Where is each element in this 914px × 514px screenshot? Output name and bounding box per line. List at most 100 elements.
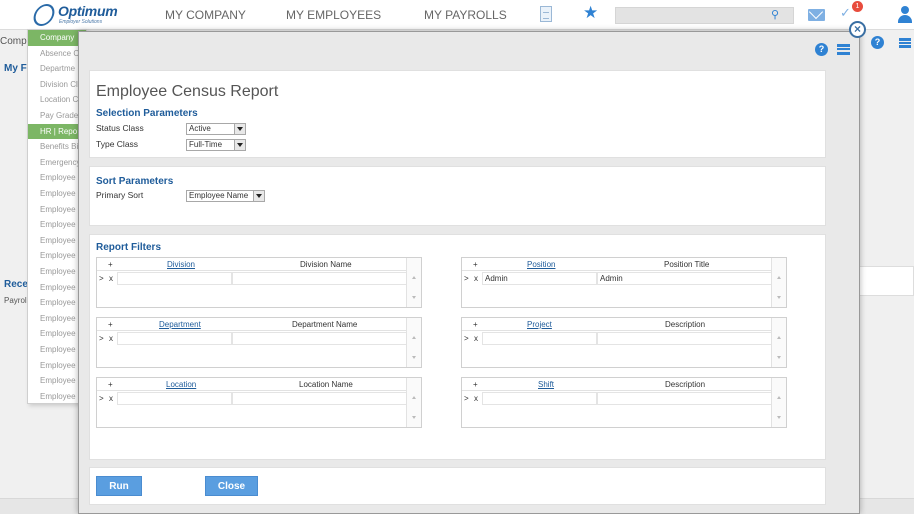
grid-name-cell[interactable] [597,392,772,405]
grid-name-cell[interactable] [232,272,407,285]
sort-parameters-heading: Sort Parameters [96,176,174,187]
status-class-select[interactable]: Active [186,123,246,135]
grid-column-name: Description [665,320,706,329]
scroll-up-icon[interactable] [412,276,416,279]
delete-row-icon[interactable]: x [109,334,113,343]
grid-header: + Location Location Name [97,378,407,391]
tasks-check-icon[interactable]: ✓ [840,5,851,21]
expand-row-icon[interactable]: > [464,274,469,283]
grid-column-name: Division Name [300,260,352,269]
grid-column-code[interactable]: Division [167,260,195,269]
grid-code-cell[interactable]: Admin [482,272,597,285]
grid-scrollbar[interactable] [771,378,786,427]
report-filters-heading: Report Filters [96,242,162,253]
grid-column-name: Description [665,380,706,389]
type-class-select[interactable]: Full-Time [186,139,246,151]
delete-row-icon[interactable]: x [109,394,113,403]
user-profile-icon[interactable] [898,6,912,24]
table-row: > x [97,332,407,346]
grid-code-cell[interactable] [117,272,232,285]
filter-grid-position: + Position Position Title > x Admin Admin [461,257,787,308]
grid-scrollbar[interactable] [406,378,421,427]
search-icon[interactable]: ⚲ [771,8,779,21]
scroll-up-icon[interactable] [777,396,781,399]
background-recent-item[interactable]: Payrol [4,296,27,305]
scroll-down-icon[interactable] [777,416,781,419]
filter-grid-department: + Department Department Name > x [96,317,422,368]
help-icon[interactable]: ? [815,43,828,56]
grid-name-cell[interactable]: Admin [597,272,772,285]
add-row-icon[interactable]: + [473,320,478,329]
expand-row-icon[interactable]: > [99,274,104,283]
table-row: > x [462,392,772,406]
actions-section: Run Close [89,467,826,505]
add-row-icon[interactable]: + [108,260,113,269]
expand-row-icon[interactable]: > [99,334,104,343]
background-help-icon[interactable]: ? [871,36,884,49]
table-row: > x [97,392,407,406]
grid-column-code[interactable]: Location [166,380,196,389]
add-row-icon[interactable]: + [473,380,478,389]
grid-header: + Position Position Title [462,258,772,271]
expand-row-icon[interactable]: > [464,334,469,343]
grid-column-code[interactable]: Position [527,260,555,269]
logo-sub-text: Employer Solutions [59,19,103,25]
grid-column-code[interactable]: Project [527,320,552,329]
grid-code-cell[interactable] [117,332,232,345]
delete-row-icon[interactable]: x [474,334,478,343]
selection-section: Employee Census Report Selection Paramet… [89,70,826,158]
nav-my-payrolls[interactable]: MY PAYROLLS [424,8,507,22]
add-row-icon[interactable]: + [108,380,113,389]
favorites-star-icon[interactable]: ★ [583,3,598,23]
delete-row-icon[interactable]: x [474,394,478,403]
type-class-value: Full-Time [189,140,223,149]
delete-row-icon[interactable]: x [474,274,478,283]
scroll-down-icon[interactable] [777,296,781,299]
scroll-up-icon[interactable] [412,336,416,339]
grid-code-cell[interactable] [482,332,597,345]
grid-scrollbar[interactable] [406,318,421,367]
mail-icon[interactable] [808,9,825,21]
scroll-down-icon[interactable] [412,356,416,359]
nav-my-employees[interactable]: MY EMPLOYEES [286,8,381,22]
table-row: > x Admin Admin [462,272,772,286]
expand-row-icon[interactable]: > [99,394,104,403]
logo-ring-icon [31,4,57,26]
grid-column-code[interactable]: Department [159,320,201,329]
list-menu-icon[interactable] [837,44,850,55]
scroll-down-icon[interactable] [777,356,781,359]
expand-row-icon[interactable]: > [464,394,469,403]
company-logo[interactable]: Optimum Employer Solutions [31,2,124,28]
scroll-down-icon[interactable] [412,296,416,299]
scroll-down-icon[interactable] [412,416,416,419]
grid-code-cell[interactable] [482,392,597,405]
scroll-up-icon[interactable] [777,336,781,339]
scroll-up-icon[interactable] [412,396,416,399]
run-button[interactable]: Run [96,476,142,496]
grid-name-cell[interactable] [232,392,407,405]
grid-column-code[interactable]: Shift [538,380,554,389]
document-icon[interactable] [540,6,552,22]
grid-scrollbar[interactable] [771,318,786,367]
grid-name-cell[interactable] [232,332,407,345]
close-dialog-icon[interactable]: × [849,21,866,38]
grid-scrollbar[interactable] [406,258,421,307]
grid-code-cell[interactable] [117,392,232,405]
grid-scrollbar[interactable] [771,258,786,307]
top-navigation-bar: Optimum Employer Solutions MY COMPANY MY… [0,0,914,30]
add-row-icon[interactable]: + [108,320,113,329]
close-button[interactable]: Close [205,476,258,496]
filter-grid-shift: + Shift Description > x [461,377,787,428]
search-input[interactable] [615,7,794,24]
filter-grid-project: + Project Description > x [461,317,787,368]
primary-sort-label: Primary Sort [96,190,144,200]
grid-column-name: Position Title [664,260,710,269]
add-row-icon[interactable]: + [473,260,478,269]
delete-row-icon[interactable]: x [109,274,113,283]
scroll-up-icon[interactable] [777,276,781,279]
nav-my-company[interactable]: MY COMPANY [165,8,246,22]
background-list-icon[interactable] [899,38,911,48]
table-row: > x [97,272,407,286]
grid-name-cell[interactable] [597,332,772,345]
primary-sort-select[interactable]: Employee Name [186,190,265,202]
